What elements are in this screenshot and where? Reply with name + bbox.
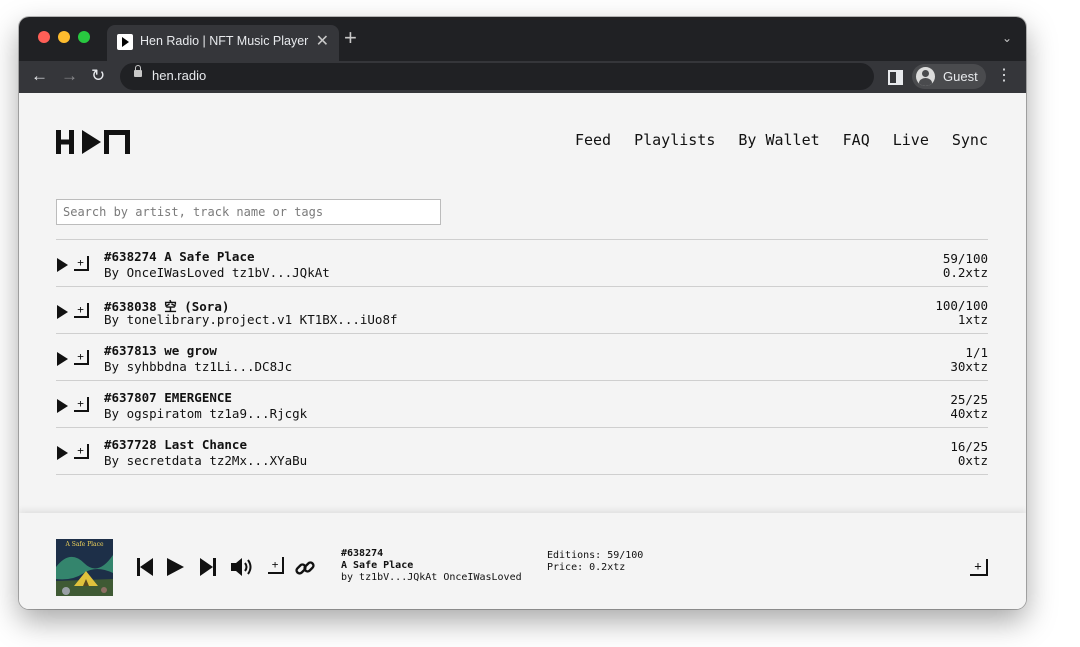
- tab-search-chevron-icon[interactable]: ⌄: [1002, 31, 1012, 45]
- track-row[interactable]: + #637807 EMERGENCE By ogspiratom tz1a9.…: [56, 381, 988, 428]
- tab-title: Hen Radio | NFT Music Player: [140, 34, 309, 48]
- browser-tab[interactable]: Hen Radio | NFT Music Player ✕: [107, 25, 339, 61]
- add-to-playlist-icon[interactable]: +: [268, 557, 284, 574]
- cover-caption: A Safe Place: [65, 541, 104, 548]
- track-row[interactable]: + #638274 A Safe Place By OnceIWasLoved …: [56, 240, 988, 287]
- favicon-icon: [117, 34, 133, 50]
- back-arrow-icon[interactable]: ←: [31, 65, 48, 87]
- track-row[interactable]: + #638038 空 (Sora) By tonelibrary.projec…: [56, 287, 988, 334]
- track-artist[interactable]: By OnceIWasLoved tz1bV...JQkAt: [104, 265, 330, 280]
- track-price: 0xtz: [957, 453, 988, 468]
- nav-by-wallet[interactable]: By Wallet: [738, 131, 819, 149]
- new-tab-button[interactable]: +: [344, 27, 357, 49]
- profile-button[interactable]: Guest: [912, 64, 986, 89]
- search-input[interactable]: [56, 199, 441, 225]
- track-editions: 16/25: [950, 439, 988, 454]
- previous-track-icon[interactable]: [137, 558, 153, 580]
- now-playing-info: #638274 A Safe Place by tz1bV...JQkAt On…: [341, 548, 522, 584]
- link-icon[interactable]: [295, 558, 315, 582]
- browser-toolbar: ← → ↻ hen.radio Guest ⋮: [19, 61, 1026, 93]
- track-title[interactable]: #637807 EMERGENCE: [104, 390, 232, 405]
- track-row[interactable]: + #637728 Last Chance By secretdata tz2M…: [56, 428, 988, 475]
- list-fade: [19, 495, 1026, 513]
- close-window-button[interactable]: [38, 31, 50, 43]
- now-playing-editions: Editions: 59/100: [547, 550, 644, 561]
- main-nav: Feed Playlists By Wallet FAQ Live Sync: [552, 131, 988, 149]
- track-price: 1xtz: [957, 312, 988, 327]
- play-button[interactable]: [167, 558, 184, 580]
- minimize-window-button[interactable]: [58, 31, 70, 43]
- track-title[interactable]: #637728 Last Chance: [104, 437, 247, 452]
- url-text[interactable]: hen.radio: [152, 68, 206, 83]
- collect-icon[interactable]: +: [970, 559, 988, 576]
- browser-window: Hen Radio | NFT Music Player ✕ + ⌄ ← → ↻…: [19, 17, 1026, 609]
- play-icon[interactable]: [57, 305, 68, 319]
- avatar-icon: [916, 67, 935, 86]
- play-icon[interactable]: [57, 258, 68, 272]
- browser-title-bar: Hen Radio | NFT Music Player ✕ + ⌄: [19, 17, 1026, 61]
- add-to-queue-icon[interactable]: +: [74, 256, 89, 271]
- now-playing-price: Price: 0.2xtz: [547, 562, 626, 573]
- nav-live[interactable]: Live: [893, 131, 929, 149]
- nav-sync[interactable]: Sync: [952, 131, 988, 149]
- nav-feed[interactable]: Feed: [575, 131, 611, 149]
- track-price: 30xtz: [950, 359, 988, 374]
- side-panel-icon[interactable]: [888, 70, 903, 85]
- track-editions: 25/25: [950, 392, 988, 407]
- lock-icon: [134, 65, 142, 77]
- browser-menu-icon[interactable]: ⋮: [996, 66, 1012, 86]
- page-content: Feed Playlists By Wallet FAQ Live Sync + #638…: [19, 93, 1026, 609]
- now-playing-title: A Safe Place: [341, 560, 414, 571]
- player-bar: A Safe Place + #638274 A Safe Place by t…: [19, 513, 1026, 609]
- album-cover: A Safe Place: [56, 539, 113, 596]
- now-playing-artist[interactable]: by tz1bV...JQkAt OnceIWasLoved: [341, 572, 522, 584]
- track-title[interactable]: #638274 A Safe Place: [104, 249, 255, 264]
- hen-logo[interactable]: [56, 130, 132, 158]
- profile-label: Guest: [943, 69, 978, 84]
- track-artist[interactable]: By syhbbdna tz1Li...DC8Jc: [104, 359, 292, 374]
- address-bar[interactable]: hen.radio: [120, 63, 874, 90]
- play-icon[interactable]: [57, 446, 68, 460]
- add-to-queue-icon[interactable]: +: [74, 444, 89, 459]
- nav-faq[interactable]: FAQ: [843, 131, 870, 149]
- now-playing-id: #638274: [341, 548, 384, 559]
- track-editions: 100/100: [935, 298, 988, 313]
- add-to-queue-icon[interactable]: +: [74, 397, 89, 412]
- next-track-icon[interactable]: [200, 558, 216, 580]
- track-row[interactable]: + #637813 we grow By syhbbdna tz1Li...DC…: [56, 334, 988, 381]
- track-list: + #638274 A Safe Place By OnceIWasLoved …: [56, 239, 988, 510]
- track-artist[interactable]: By secretdata tz2Mx...XYaBu: [104, 453, 307, 468]
- track-artist[interactable]: By tonelibrary.project.v1 KT1BX...iUo8f: [104, 312, 398, 327]
- track-editions: 59/100: [942, 251, 988, 266]
- track-price: 0.2xtz: [942, 265, 988, 280]
- nav-playlists[interactable]: Playlists: [634, 131, 715, 149]
- forward-arrow-icon[interactable]: →: [61, 65, 78, 87]
- maximize-window-button[interactable]: [78, 31, 90, 43]
- reload-icon[interactable]: ↻: [91, 65, 105, 87]
- volume-icon[interactable]: [231, 558, 255, 580]
- add-to-queue-icon[interactable]: +: [74, 303, 89, 318]
- track-editions: 1/1: [965, 345, 988, 360]
- add-to-queue-icon[interactable]: +: [74, 350, 89, 365]
- track-artist[interactable]: By ogspiratom tz1a9...Rjcgk: [104, 406, 307, 421]
- tab-close-icon[interactable]: ✕: [316, 31, 329, 51]
- now-playing-meta: Editions: 59/100 Price: 0.2xtz: [547, 550, 643, 574]
- track-price: 40xtz: [950, 406, 988, 421]
- track-title[interactable]: #637813 we grow: [104, 343, 217, 358]
- play-icon[interactable]: [57, 399, 68, 413]
- play-icon[interactable]: [57, 352, 68, 366]
